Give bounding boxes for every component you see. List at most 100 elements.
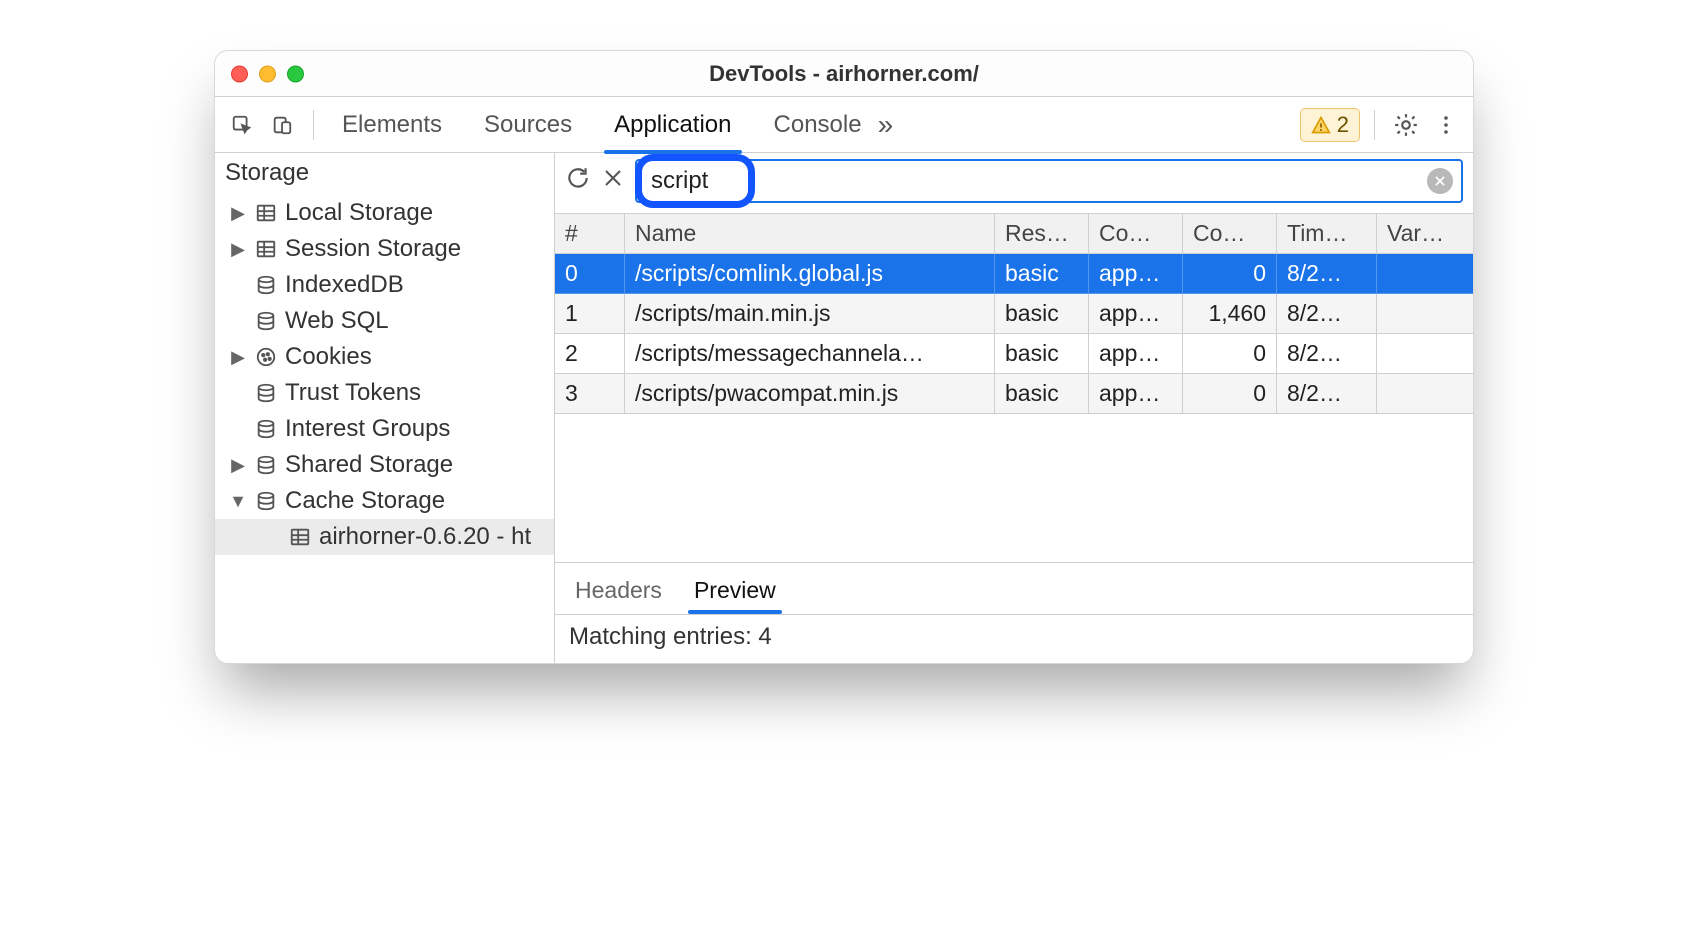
sidebar-item-web-sql[interactable]: ▶Web SQL [215,303,554,339]
cell: 0 [1183,374,1277,414]
settings-icon[interactable] [1389,108,1423,142]
minimize-window-button[interactable] [259,65,276,82]
window-controls [231,65,304,82]
chevron-right-icon[interactable]: ▶ [229,347,247,368]
sidebar-item-label: Trust Tokens [285,379,421,407]
cell [1377,294,1473,334]
column-header[interactable]: # [555,214,625,254]
reload-icon[interactable] [565,165,591,197]
column-header[interactable]: Co… [1183,214,1277,254]
grid-icon [255,238,277,260]
chevron-right-icon[interactable]: ▶ [229,239,247,260]
tabs: Elements Sources Application Console [338,99,866,151]
table-row[interactable]: 2/scripts/messagechannela…basicapp…08/2… [555,334,1473,374]
filter-input[interactable] [635,159,1463,203]
cell: app… [1089,294,1183,334]
sidebar-item-label: IndexedDB [285,271,404,299]
zoom-window-button[interactable] [287,65,304,82]
cell: 3 [555,374,625,414]
cell: basic [995,254,1089,294]
sidebar-item-airhorner-0-6-20-ht[interactable]: ▶airhorner-0.6.20 - ht [215,519,554,555]
status-bar: Matching entries: 4 [555,614,1473,663]
sidebar-item-interest-groups[interactable]: ▶Interest Groups [215,411,554,447]
sidebar-item-local-storage[interactable]: ▶ Local Storage [215,195,554,231]
sidebar-heading: Storage [215,153,554,195]
inspect-icon[interactable] [225,108,259,142]
cell [1377,374,1473,414]
cell: 2 [555,334,625,374]
main-tabbar: Elements Sources Application Console » 2 [215,97,1473,153]
cell: 0 [555,254,625,294]
cookie-icon [255,346,277,368]
column-header[interactable]: Name [625,214,995,254]
cell: /scripts/comlink.global.js [625,254,995,294]
main-panel: #NameRes…Co…Co…Tim…Var… 0/scripts/comlin… [555,153,1473,663]
more-tabs-icon[interactable]: » [872,109,900,141]
sidebar-item-indexeddb[interactable]: ▶IndexedDB [215,267,554,303]
cell: 8/2… [1277,294,1377,334]
cell [1377,334,1473,374]
sidebar-item-cookies[interactable]: ▶Cookies [215,339,554,375]
close-window-button[interactable] [231,65,248,82]
column-header[interactable]: Var… [1377,214,1473,254]
cell [1377,254,1473,294]
sidebar: Storage ▶Local Storage▶Session Storage▶I… [215,153,555,663]
divider [1374,110,1375,140]
sidebar-item-label: Web SQL [285,307,389,335]
cell: 8/2… [1277,334,1377,374]
cell: /scripts/pwacompat.min.js [625,374,995,414]
cell: app… [1089,254,1183,294]
divider [313,110,314,140]
cell: app… [1089,334,1183,374]
db-icon [255,382,277,404]
sidebar-item-label: Local Storage [285,199,433,227]
devtools-window: DevTools - airhorner.com/ Elements Source… [214,50,1474,664]
cell: basic [995,374,1089,414]
sidebar-item-label: airhorner-0.6.20 - ht [319,523,531,551]
warnings-count: 2 [1337,112,1349,138]
clear-icon[interactable] [601,166,625,196]
db-icon [255,490,277,512]
chevron-right-icon[interactable]: ▶ [229,455,247,476]
db-icon [255,418,277,440]
sidebar-item-cache-storage[interactable]: ▼ Cache Storage [215,483,554,519]
table-row[interactable]: 3/scripts/pwacompat.min.jsbasicapp…08/2… [555,374,1473,414]
cell: basic [995,334,1089,374]
db-icon [255,274,277,296]
device-toolbar-icon[interactable] [265,108,299,142]
sidebar-item-label: Interest Groups [285,415,450,443]
cell: app… [1089,374,1183,414]
clear-filter-icon[interactable] [1427,168,1453,194]
table-row[interactable]: 0/scripts/comlink.global.jsbasicapp…08/2… [555,254,1473,294]
db-icon [255,454,277,476]
column-header[interactable]: Res… [995,214,1089,254]
subtab-headers[interactable]: Headers [573,569,664,614]
tab-sources[interactable]: Sources [480,99,576,151]
column-header[interactable]: Co… [1089,214,1183,254]
tab-elements[interactable]: Elements [338,99,446,151]
sidebar-item-label: Cache Storage [285,487,445,515]
sidebar-item-label: Shared Storage [285,451,453,479]
column-header[interactable]: Tim… [1277,214,1377,254]
tab-application[interactable]: Application [610,99,735,151]
kebab-menu-icon[interactable] [1429,108,1463,142]
sidebar-item-label: Session Storage [285,235,461,263]
sidebar-item-shared-storage[interactable]: ▶ Shared Storage [215,447,554,483]
warning-icon [1311,115,1331,135]
cell: basic [995,294,1089,334]
tab-console[interactable]: Console [770,99,866,151]
sidebar-item-trust-tokens[interactable]: ▶Trust Tokens [215,375,554,411]
filter-toolbar [555,153,1473,213]
sidebar-item-session-storage[interactable]: ▶ Session Storage [215,231,554,267]
warnings-badge[interactable]: 2 [1300,108,1360,142]
subtab-preview[interactable]: Preview [692,569,778,614]
grid-icon [255,202,277,224]
storage-tree: ▶Local Storage▶Session Storage▶IndexedDB… [215,195,554,555]
chevron-right-icon[interactable]: ▶ [229,203,247,224]
chevron-down-icon[interactable]: ▼ [229,491,247,512]
grid-icon [289,526,311,548]
detail-tabs: Headers Preview [555,562,1473,614]
window-title: DevTools - airhorner.com/ [215,61,1473,87]
table-row[interactable]: 1/scripts/main.min.jsbasicapp…1,4608/2… [555,294,1473,334]
table-header: #NameRes…Co…Co…Tim…Var… [555,214,1473,254]
